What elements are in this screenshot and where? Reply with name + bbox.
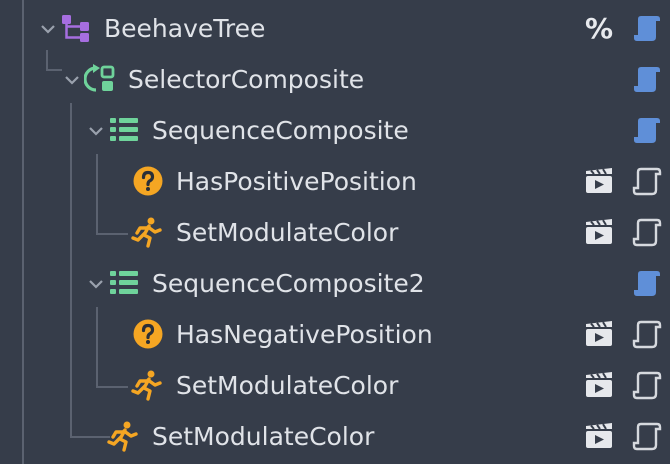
script-icon[interactable] xyxy=(632,217,662,247)
tree-row-has-negative-position[interactable]: HasNegativePosition xyxy=(0,309,670,360)
node-label: SetModulateColor xyxy=(152,422,375,451)
node-label: SetModulateColor xyxy=(176,218,399,247)
scene-instance-icon[interactable] xyxy=(584,370,614,400)
node-label: HasPositivePosition xyxy=(176,167,417,196)
script-icon[interactable] xyxy=(632,166,662,196)
script-icon[interactable] xyxy=(632,319,662,349)
script-icon[interactable] xyxy=(632,268,662,298)
tree-row-selector-composite[interactable]: SelectorComposite xyxy=(0,54,670,105)
node-label: SequenceComposite2 xyxy=(152,269,425,298)
tree-row-set-modulate-color[interactable]: SetModulateColor xyxy=(0,360,670,411)
tree-row-set-modulate-color[interactable]: SetModulateColor xyxy=(0,207,670,258)
chevron-down-icon[interactable] xyxy=(86,274,106,294)
behavior-tree-icon xyxy=(62,15,89,42)
chevron-down-icon[interactable] xyxy=(62,70,82,90)
script-icon[interactable] xyxy=(632,13,662,43)
node-label: SetModulateColor xyxy=(176,371,399,400)
node-label: SelectorComposite xyxy=(128,65,365,94)
sequence-icon xyxy=(110,118,138,141)
node-label: SequenceComposite xyxy=(152,116,409,145)
action-icon xyxy=(107,421,138,452)
chevron-down-icon[interactable] xyxy=(38,19,58,39)
scene-instance-icon[interactable] xyxy=(584,319,614,349)
tree-row-beehave-tree[interactable]: BeehaveTree % xyxy=(0,3,670,54)
action-icon xyxy=(131,370,162,401)
script-icon[interactable] xyxy=(632,421,662,451)
script-icon[interactable] xyxy=(632,64,662,94)
script-icon[interactable] xyxy=(632,370,662,400)
unique-name-indicator: % xyxy=(585,12,614,45)
sequence-icon xyxy=(110,271,138,294)
script-icon[interactable] xyxy=(632,115,662,145)
tree-row-sequence-composite[interactable]: SequenceComposite xyxy=(0,105,670,156)
tree-row-set-modulate-color[interactable]: SetModulateColor xyxy=(0,411,670,462)
selector-icon xyxy=(84,64,115,92)
condition-icon xyxy=(133,166,163,196)
scene-instance-icon[interactable] xyxy=(584,421,614,451)
condition-icon xyxy=(133,319,163,349)
node-label: BeehaveTree xyxy=(104,14,266,43)
scene-instance-icon[interactable] xyxy=(584,217,614,247)
chevron-down-icon[interactable] xyxy=(86,121,106,141)
tree-row-has-positive-position[interactable]: HasPositivePosition xyxy=(0,156,670,207)
node-label: HasNegativePosition xyxy=(176,320,433,349)
tree-row-sequence-composite-2[interactable]: SequenceComposite2 xyxy=(0,258,670,309)
scene-tree: BeehaveTree % SelectorComposite Sequence… xyxy=(0,0,670,464)
scene-instance-icon[interactable] xyxy=(584,166,614,196)
action-icon xyxy=(131,217,162,248)
